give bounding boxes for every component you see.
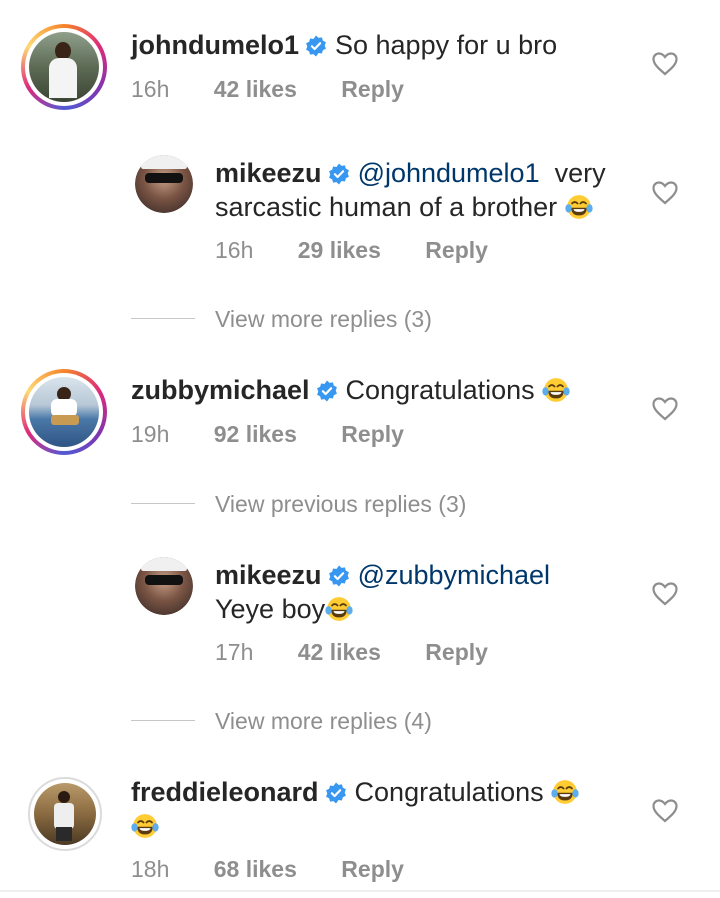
reply-button[interactable]: Reply bbox=[341, 76, 404, 103]
avatar[interactable] bbox=[21, 24, 107, 110]
reply-button[interactable]: Reply bbox=[425, 237, 488, 264]
username[interactable]: zubbymichael bbox=[131, 375, 310, 405]
divider bbox=[131, 318, 195, 319]
view-more-replies-button[interactable]: View more replies (3) bbox=[131, 306, 432, 333]
mention-link[interactable]: @zubbymichael bbox=[358, 560, 551, 590]
timestamp: 16h bbox=[131, 76, 170, 102]
divider bbox=[131, 503, 195, 504]
verified-badge-icon bbox=[316, 380, 338, 402]
verified-badge-icon bbox=[305, 35, 327, 57]
username[interactable]: mikeezu bbox=[215, 158, 322, 188]
tears-of-joy-emoji bbox=[325, 595, 353, 623]
heart-icon[interactable] bbox=[652, 799, 678, 823]
reply-button[interactable]: Reply bbox=[341, 856, 404, 883]
avatar[interactable] bbox=[21, 369, 107, 455]
comment-text: Yeye boy bbox=[215, 594, 326, 624]
avatar[interactable] bbox=[135, 155, 193, 213]
heart-icon[interactable] bbox=[652, 397, 678, 421]
heart-icon[interactable] bbox=[652, 582, 678, 606]
verified-badge-icon bbox=[328, 163, 350, 185]
comment-text: very bbox=[554, 158, 606, 188]
likes-count[interactable]: 42 likes bbox=[298, 639, 381, 666]
view-previous-replies-button[interactable]: View previous replies (3) bbox=[131, 491, 466, 518]
comment-text: Congratulations bbox=[345, 375, 535, 405]
timestamp: 16h bbox=[215, 237, 254, 263]
likes-count[interactable]: 29 likes bbox=[298, 237, 381, 264]
tears-of-joy-emoji bbox=[551, 778, 579, 806]
divider bbox=[131, 720, 195, 721]
mention-link[interactable]: @johndumelo1 bbox=[358, 158, 540, 188]
username[interactable]: johndumelo1 bbox=[131, 30, 299, 60]
username[interactable]: freddieleonard bbox=[131, 777, 319, 807]
comment-text: sarcastic human of a brother bbox=[215, 192, 558, 222]
comment-text: Congratulations bbox=[354, 777, 544, 807]
reply-button[interactable]: Reply bbox=[425, 639, 488, 666]
likes-count[interactable]: 92 likes bbox=[214, 421, 297, 448]
avatar[interactable] bbox=[135, 557, 193, 615]
verified-badge-icon bbox=[325, 782, 347, 804]
verified-badge-icon bbox=[328, 565, 350, 587]
tears-of-joy-emoji bbox=[131, 812, 159, 840]
likes-count[interactable]: 68 likes bbox=[214, 856, 297, 883]
timestamp: 19h bbox=[131, 421, 170, 447]
username[interactable]: mikeezu bbox=[215, 560, 322, 590]
comment-text: So happy for u bro bbox=[335, 30, 558, 60]
view-more-replies-button[interactable]: View more replies (4) bbox=[131, 708, 432, 735]
avatar[interactable] bbox=[28, 777, 102, 851]
divider bbox=[0, 890, 720, 892]
tears-of-joy-emoji bbox=[542, 376, 570, 404]
timestamp: 17h bbox=[215, 639, 254, 665]
heart-icon[interactable] bbox=[652, 181, 678, 205]
heart-icon[interactable] bbox=[652, 52, 678, 76]
reply-button[interactable]: Reply bbox=[341, 421, 404, 448]
timestamp: 18h bbox=[131, 856, 170, 882]
tears-of-joy-emoji bbox=[565, 193, 593, 221]
likes-count[interactable]: 42 likes bbox=[214, 76, 297, 103]
